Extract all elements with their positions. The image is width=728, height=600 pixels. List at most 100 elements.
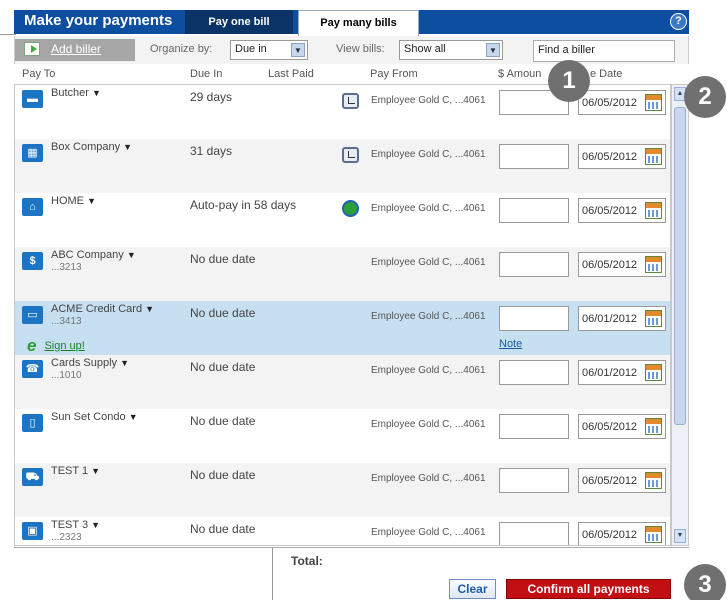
confirm-all-payments-button[interactable]: Confirm all payments [506, 579, 671, 599]
date-input[interactable]: 06/05/2012 [578, 198, 666, 223]
due-in: No due date [190, 360, 256, 374]
note-link[interactable]: Note [499, 338, 522, 350]
caret-down-icon[interactable]: ▼ [123, 142, 132, 152]
help-icon[interactable]: ? [670, 13, 687, 30]
credit-card-icon: ▭ [22, 306, 43, 324]
date-input[interactable]: 06/05/2012 [578, 468, 666, 493]
account-number: ...2323 [51, 532, 82, 543]
calendar-icon[interactable] [645, 148, 662, 165]
table-row: ☎ Cards Supply ▼ ...1010 No due date Emp… [15, 355, 670, 409]
tab-pay-many-bills[interactable]: Pay many bills [298, 10, 419, 36]
caret-down-icon[interactable]: ▼ [120, 358, 129, 368]
biller-name[interactable]: HOME ▼ [51, 195, 96, 207]
date-input[interactable]: 06/05/2012 [578, 252, 666, 277]
view-bills-label: View bills: [336, 43, 385, 55]
amount-input[interactable] [499, 252, 569, 277]
biller-name-text: TEST 1 [51, 465, 89, 477]
house-icon: ⌂ [22, 198, 43, 216]
find-biller-input[interactable]: Find a biller [533, 40, 675, 62]
chevron-down-icon: ▼ [486, 43, 500, 57]
sign-up-link[interactable]: Sign up! [44, 340, 84, 352]
caret-down-icon[interactable]: ▼ [91, 520, 100, 530]
due-in: No due date [190, 252, 256, 266]
pay-from: Employee Gold C, ...4061 [371, 95, 486, 106]
biller-name-text: Sun Set Condo [51, 411, 126, 423]
caret-down-icon[interactable]: ▼ [127, 250, 136, 260]
callout-marker-1: 1 [548, 60, 590, 102]
biller-name[interactable]: Butcher ▼ [51, 87, 101, 99]
amount-input[interactable] [499, 306, 569, 331]
bill-table: ▬ Butcher ▼ 29 days Employee Gold C, ...… [14, 84, 671, 546]
due-in: No due date [190, 522, 256, 536]
calendar-icon[interactable] [645, 310, 662, 327]
date-input[interactable]: 06/05/2012 [578, 144, 666, 169]
date-input[interactable]: 06/05/2012 [578, 90, 666, 115]
date-value: 06/05/2012 [582, 97, 638, 109]
pay-from: Employee Gold C, ...4061 [371, 365, 486, 376]
amount-input[interactable] [499, 468, 569, 493]
col-last-paid: Last Paid [268, 68, 314, 80]
caret-down-icon[interactable]: ▼ [92, 88, 101, 98]
account-number: ...1010 [51, 370, 82, 381]
biller-name[interactable]: Box Company ▼ [51, 141, 132, 153]
biller-name[interactable]: ACME Credit Card ▼ [51, 303, 154, 315]
account-number: ...3213 [51, 262, 82, 273]
date-value: 06/01/2012 [582, 367, 638, 379]
scroll-down-icon[interactable]: ▼ [674, 529, 686, 543]
biller-name[interactable]: Sun Set Condo ▼ [51, 411, 138, 423]
date-value: 06/05/2012 [582, 205, 638, 217]
date-value: 06/05/2012 [582, 475, 638, 487]
biller-name[interactable]: TEST 3 ▼ [51, 519, 100, 531]
caret-down-icon[interactable]: ▼ [129, 412, 138, 422]
amount-input[interactable] [499, 198, 569, 223]
pay-from: Employee Gold C, ...4061 [371, 149, 486, 160]
phone-icon: ☎ [22, 360, 43, 378]
col-pay-to: Pay To [22, 68, 56, 80]
calendar-icon[interactable] [645, 256, 662, 273]
date-input[interactable]: 06/01/2012 [578, 360, 666, 385]
pay-from: Employee Gold C, ...4061 [371, 527, 486, 538]
header-bar: Make your payments Pay one bill Pay many… [14, 10, 689, 36]
biller-name[interactable]: TEST 1 ▼ [51, 465, 100, 477]
amount-input[interactable] [499, 522, 569, 545]
add-biller-label: Add biller [51, 42, 102, 56]
biller-name[interactable]: Cards Supply ▼ [51, 357, 129, 369]
date-input[interactable]: 06/05/2012 [578, 414, 666, 439]
biller-name-text: Box Company [51, 141, 121, 153]
table-scrollbar[interactable]: ▲ ▼ [671, 84, 689, 546]
calendar-icon[interactable] [645, 418, 662, 435]
table-row: ⛟ TEST 1 ▼ No due date Employee Gold C, … [15, 463, 670, 517]
pay-from: Employee Gold C, ...4061 [371, 473, 486, 484]
caret-down-icon[interactable]: ▼ [87, 196, 96, 206]
table-row: ⌂ HOME ▼ Auto-pay in 58 days Employee Go… [15, 193, 670, 247]
calendar-icon[interactable] [645, 202, 662, 219]
auto-pay-icon [342, 200, 359, 217]
car-icon: ⛟ [22, 468, 43, 486]
caret-down-icon[interactable]: ▼ [145, 304, 154, 314]
organize-by-select[interactable]: Due in ▼ [230, 40, 308, 60]
biller-name-text: TEST 3 [51, 519, 89, 531]
scrollbar-thumb[interactable] [674, 107, 686, 425]
organize-by-value: Due in [235, 43, 267, 55]
caret-down-icon[interactable]: ▼ [91, 466, 100, 476]
date-input[interactable]: 06/05/2012 [578, 522, 666, 545]
view-bills-select[interactable]: Show all ▼ [399, 40, 503, 60]
calendar-icon[interactable] [645, 364, 662, 381]
pay-from: Employee Gold C, ...4061 [371, 203, 486, 214]
add-biller-button[interactable]: Add biller [15, 39, 135, 61]
calendar-icon[interactable] [645, 94, 662, 111]
calendar-icon[interactable] [645, 526, 662, 543]
date-value: 06/05/2012 [582, 151, 638, 163]
amount-input[interactable] [499, 144, 569, 169]
date-input[interactable]: 06/01/2012 [578, 306, 666, 331]
tab-pay-one-bill[interactable]: Pay one bill [185, 10, 293, 34]
callout-marker-3: 3 [684, 564, 726, 600]
amount-input[interactable] [499, 360, 569, 385]
clear-button[interactable]: Clear [449, 579, 496, 599]
clock-icon [342, 93, 359, 109]
amount-input[interactable] [499, 414, 569, 439]
calendar-icon[interactable] [645, 472, 662, 489]
date-value: 06/01/2012 [582, 313, 638, 325]
biller-name[interactable]: ABC Company ▼ [51, 249, 136, 261]
table-row: $ ABC Company ▼ ...3213 No due date Empl… [15, 247, 670, 301]
